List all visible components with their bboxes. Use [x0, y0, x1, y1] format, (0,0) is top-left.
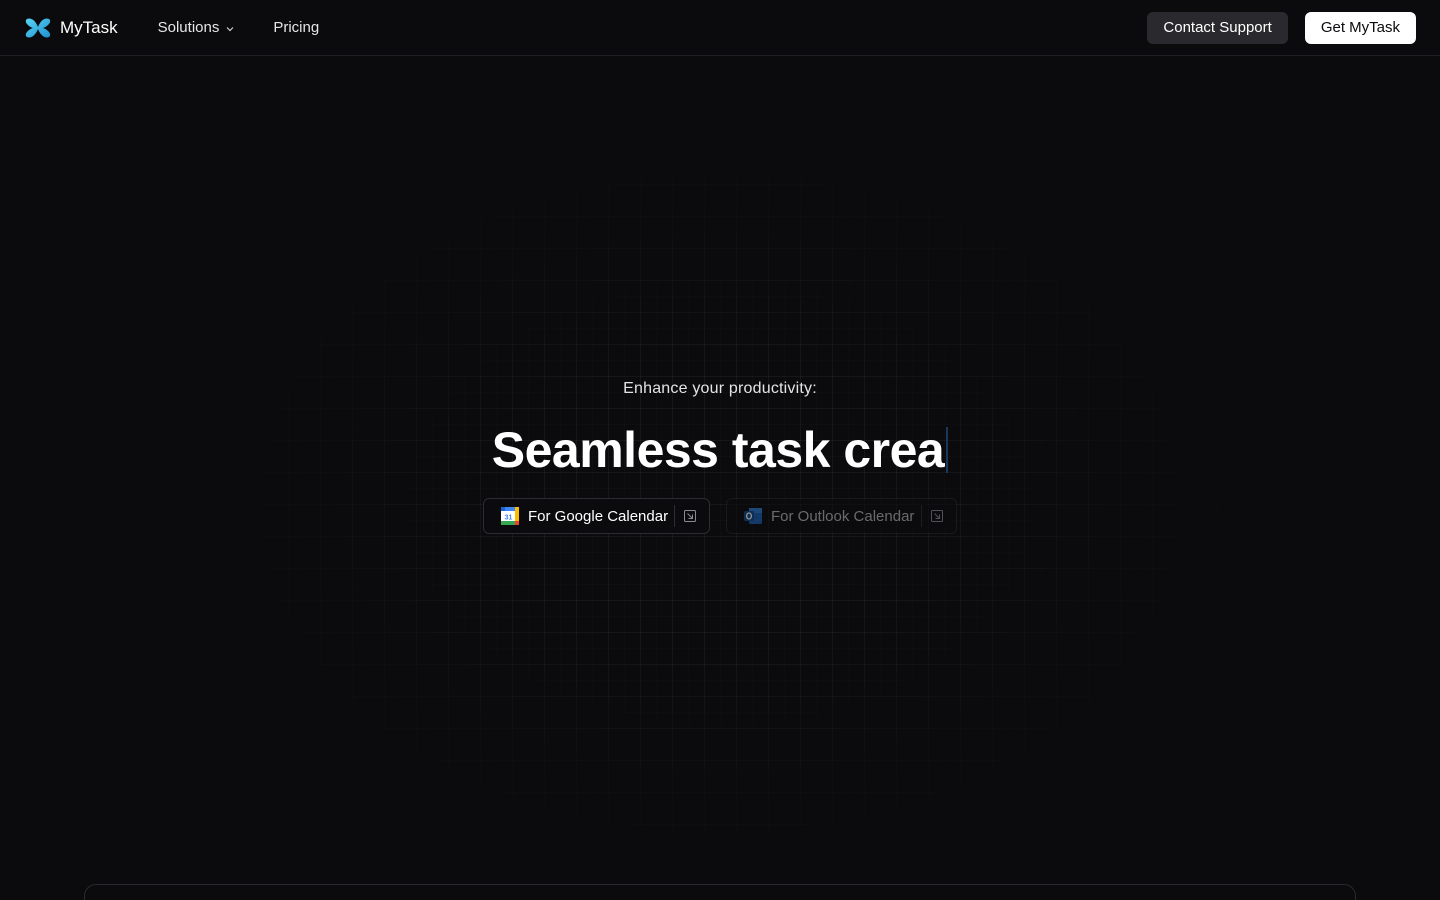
- hero-headline: Seamless task crea: [491, 422, 945, 478]
- nav-pricing[interactable]: Pricing: [273, 19, 319, 36]
- header-actions: Contact Support Get MyTask: [1147, 11, 1416, 44]
- outlook-icon: [744, 508, 762, 524]
- outlook-calendar-button[interactable]: For Outlook Calendar: [726, 498, 957, 534]
- mytask-logo-icon: [25, 18, 51, 37]
- google-calendar-label: For Google Calendar: [528, 507, 669, 525]
- google-calendar-button[interactable]: 31 For Google Calendar: [483, 498, 710, 534]
- outlook-calendar-label: For Outlook Calendar: [771, 507, 915, 525]
- hero-eyebrow: Enhance your productivity:: [623, 380, 817, 397]
- nav-solutions[interactable]: Solutions: [158, 19, 236, 36]
- main-nav: Solutions Pricing: [158, 19, 320, 36]
- google-calendar-icon: 31: [501, 507, 519, 525]
- preview-panel: [84, 884, 1356, 900]
- svg-text:31: 31: [505, 515, 513, 522]
- hero-section: Enhance your productivity: Seamless task…: [0, 0, 1440, 900]
- nav-solutions-label: Solutions: [157, 19, 220, 36]
- cta-divider: [674, 505, 675, 527]
- typing-caret: [946, 427, 949, 473]
- chevron-down-icon: [226, 26, 234, 31]
- external-link-icon: [684, 510, 696, 522]
- top-nav: MyTask Solutions Pricing Contact Support…: [0, 0, 1440, 56]
- get-mytask-button[interactable]: Get MyTask: [1304, 11, 1416, 44]
- hero-headline-wrap: Seamless task crea: [0, 420, 1440, 480]
- brand-name: MyTask: [60, 17, 118, 37]
- cta-divider: [921, 505, 922, 527]
- nav-pricing-label: Pricing: [273, 19, 320, 36]
- contact-support-button[interactable]: Contact Support: [1147, 11, 1288, 44]
- brand-logo-link[interactable]: MyTask: [24, 16, 118, 40]
- cta-row: 31 For Google Calendar For Outlook Calen…: [483, 498, 957, 534]
- external-link-icon: [931, 510, 943, 522]
- page: MyTask Solutions Pricing Contact Support…: [0, 0, 1440, 900]
